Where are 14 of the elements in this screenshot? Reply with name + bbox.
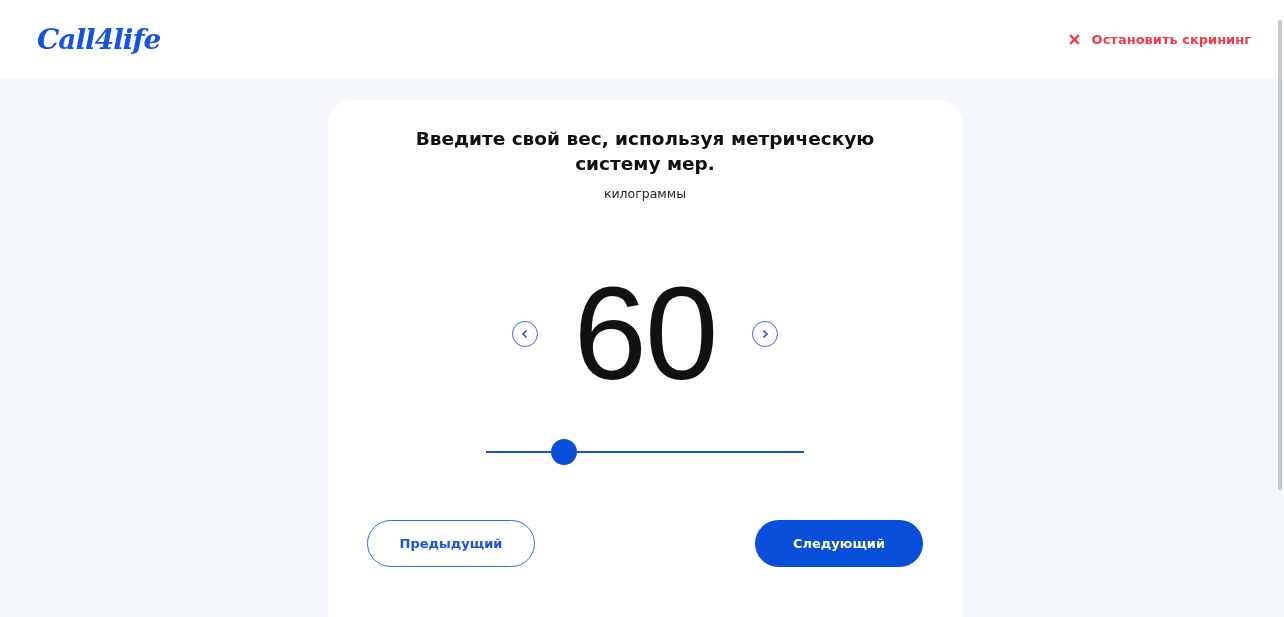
- decrease-button[interactable]: [511, 321, 538, 347]
- scrollbar[interactable]: [1278, 20, 1282, 490]
- logo[interactable]: Call4life: [37, 22, 161, 56]
- slider-thumb[interactable]: [550, 439, 577, 465]
- previous-button[interactable]: Предыдущий: [367, 520, 535, 567]
- stop-screening-link[interactable]: Остановить скрининг: [1068, 31, 1251, 47]
- next-button[interactable]: Следующий: [755, 520, 923, 567]
- weight-value: 60: [573, 279, 717, 389]
- unit-label: килограммы: [603, 186, 687, 201]
- increase-button[interactable]: [752, 321, 779, 347]
- close-icon: [1068, 33, 1080, 45]
- chevron-right-icon: [760, 329, 771, 339]
- question-title: Введите свой вес, используя метрическую систему мер.: [414, 127, 876, 176]
- chevron-left-icon: [519, 329, 530, 339]
